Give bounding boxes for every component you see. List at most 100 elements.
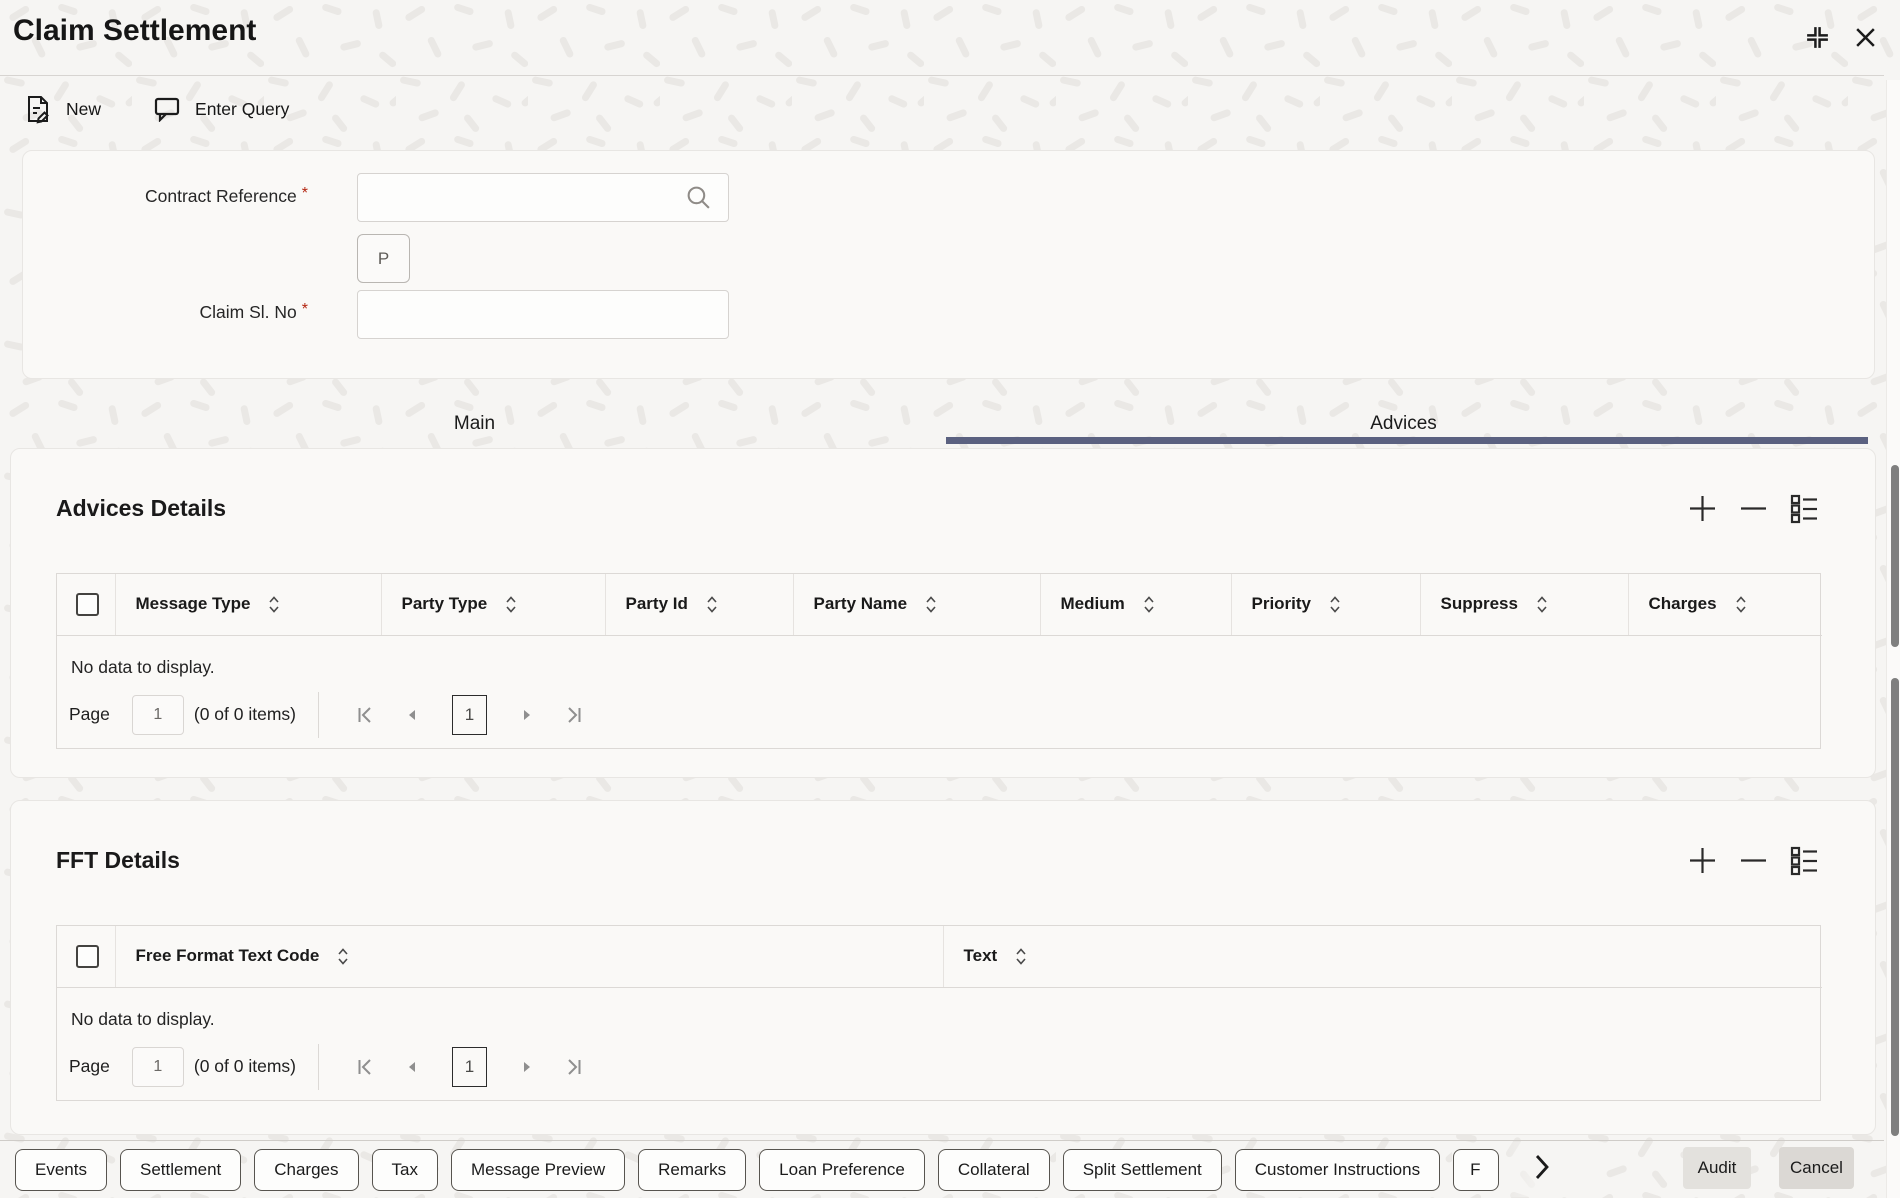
advices-grid: Message Type Party Type Party Id Party N… xyxy=(56,573,1822,749)
page-label: Page xyxy=(69,704,110,724)
column-header-text[interactable]: Text xyxy=(943,926,1822,988)
next-page-icon xyxy=(524,709,530,720)
new-document-icon xyxy=(28,95,49,123)
minus-icon xyxy=(1741,859,1766,862)
remarks-button[interactable]: Remarks xyxy=(638,1148,747,1191)
select-all-checkbox[interactable] xyxy=(76,592,99,616)
active-tab-underline xyxy=(946,437,1868,444)
select-all-checkbox[interactable] xyxy=(76,944,99,968)
fft-empty-message: No data to display. xyxy=(71,1008,215,1029)
minus-icon xyxy=(1741,507,1766,510)
sort-icon xyxy=(926,596,936,613)
current-page-indicator[interactable]: 1 xyxy=(452,694,487,735)
window-controls xyxy=(1804,24,1878,51)
tab-main[interactable]: Main xyxy=(10,400,939,448)
chevron-right-icon xyxy=(1535,1155,1549,1179)
contract-reference-lov-button[interactable] xyxy=(685,184,712,211)
tax-button[interactable]: Tax xyxy=(371,1148,438,1191)
fft-grid-tools xyxy=(1687,845,1819,876)
sort-icon xyxy=(269,596,280,613)
add-row-button[interactable] xyxy=(1687,845,1718,876)
close-window-button[interactable] xyxy=(1853,25,1878,50)
fft-details-title: FFT Details xyxy=(56,847,180,873)
sort-icon xyxy=(1016,948,1026,965)
delete-row-button[interactable] xyxy=(1738,493,1769,524)
fft-pager: Page (0 of 0 items) 1 xyxy=(57,1034,1820,1100)
cancel-button[interactable]: Cancel xyxy=(1779,1147,1854,1189)
settlement-button[interactable]: Settlement xyxy=(119,1148,242,1191)
last-page-button[interactable] xyxy=(565,706,583,724)
required-marker: * xyxy=(301,185,308,202)
add-row-button[interactable] xyxy=(1687,493,1718,524)
claim-reference-form: Contract Reference * P Claim Sl. No * xyxy=(22,150,1875,379)
footer-action-bar: Events Settlement Charges Tax Message Pr… xyxy=(0,1140,1884,1198)
action-toolbar: New Enter Query xyxy=(25,88,289,130)
first-page-icon xyxy=(358,706,371,723)
enter-query-button[interactable]: Enter Query xyxy=(153,96,289,122)
next-page-icon xyxy=(524,1061,530,1072)
sort-icon xyxy=(1537,596,1547,613)
restore-window-button[interactable] xyxy=(1804,24,1831,51)
vertical-scrollbar-thumb[interactable] xyxy=(1891,678,1899,1136)
charges-button[interactable]: Charges xyxy=(254,1148,359,1191)
pager-divider xyxy=(318,1043,319,1090)
required-marker: * xyxy=(301,301,308,318)
plus-icon xyxy=(1690,848,1715,873)
delete-row-button[interactable] xyxy=(1738,845,1769,876)
detail-list-icon xyxy=(1790,494,1817,523)
page-number-input[interactable] xyxy=(131,694,184,735)
column-header-party-name[interactable]: Party Name xyxy=(793,574,1041,636)
customer-instructions-button[interactable]: Customer Instructions xyxy=(1234,1148,1441,1191)
pager-divider xyxy=(318,691,319,738)
unmaximize-icon xyxy=(1807,27,1828,48)
new-button[interactable]: New xyxy=(25,95,101,124)
loan-preference-button[interactable]: Loan Preference xyxy=(759,1148,925,1191)
message-preview-button[interactable]: Message Preview xyxy=(450,1148,626,1191)
previous-page-button[interactable] xyxy=(404,706,422,724)
collateral-button[interactable]: Collateral xyxy=(937,1148,1050,1191)
single-view-button[interactable] xyxy=(1789,494,1819,524)
first-page-button[interactable] xyxy=(356,1058,374,1076)
advices-pager: Page (0 of 0 items) 1 xyxy=(57,682,1820,748)
next-page-button[interactable] xyxy=(517,1058,535,1076)
column-header-free-format-text-code[interactable]: Free Format Text Code xyxy=(115,926,944,988)
claim-sl-no-label: Claim Sl. No * xyxy=(199,301,308,322)
detail-list-icon xyxy=(1790,846,1817,875)
p-button[interactable]: P xyxy=(357,234,410,283)
events-button[interactable]: Events xyxy=(15,1148,107,1191)
column-header-charges[interactable]: Charges xyxy=(1628,574,1822,636)
fft-grid: Free Format Text Code Text No data to di… xyxy=(56,925,1822,1101)
current-page-indicator[interactable]: 1 xyxy=(452,1046,487,1087)
column-header-suppress[interactable]: Suppress xyxy=(1420,574,1629,636)
sort-icon xyxy=(1735,596,1746,613)
sort-icon xyxy=(1144,596,1154,613)
enter-query-bubble-icon xyxy=(154,97,180,122)
advices-header-row: Message Type Party Type Party Id Party N… xyxy=(57,574,1822,636)
last-page-button[interactable] xyxy=(565,1058,583,1076)
page-number-input[interactable] xyxy=(131,1046,184,1087)
contract-reference-input[interactable] xyxy=(357,173,729,222)
enter-query-button-label: Enter Query xyxy=(195,98,290,119)
split-settlement-button[interactable]: Split Settlement xyxy=(1062,1148,1222,1191)
advices-details-title: Advices Details xyxy=(56,495,227,521)
column-header-party-id[interactable]: Party Id xyxy=(605,574,794,636)
audit-button[interactable]: Audit xyxy=(1683,1147,1751,1189)
truncated-footer-button[interactable]: F xyxy=(1453,1148,1500,1191)
first-page-button[interactable] xyxy=(356,706,374,724)
page-title: Claim Settlement xyxy=(13,14,257,47)
scroll-buttons-right-button[interactable] xyxy=(1530,1152,1554,1182)
previous-page-button[interactable] xyxy=(404,1058,422,1076)
advices-grid-tools xyxy=(1687,493,1819,524)
column-header-medium[interactable]: Medium xyxy=(1040,574,1232,636)
advices-empty-message: No data to display. xyxy=(71,656,215,677)
column-header-party-type[interactable]: Party Type xyxy=(381,574,606,636)
contract-reference-label: Contract Reference * xyxy=(145,185,308,206)
column-header-priority[interactable]: Priority xyxy=(1231,574,1421,636)
sort-icon xyxy=(1330,596,1340,613)
claim-sl-no-input[interactable] xyxy=(357,290,729,339)
new-button-label: New xyxy=(66,98,102,119)
vertical-scrollbar-thumb[interactable] xyxy=(1891,465,1899,647)
single-view-button[interactable] xyxy=(1789,846,1819,876)
next-page-button[interactable] xyxy=(517,706,535,724)
column-header-message-type[interactable]: Message Type xyxy=(115,574,382,636)
